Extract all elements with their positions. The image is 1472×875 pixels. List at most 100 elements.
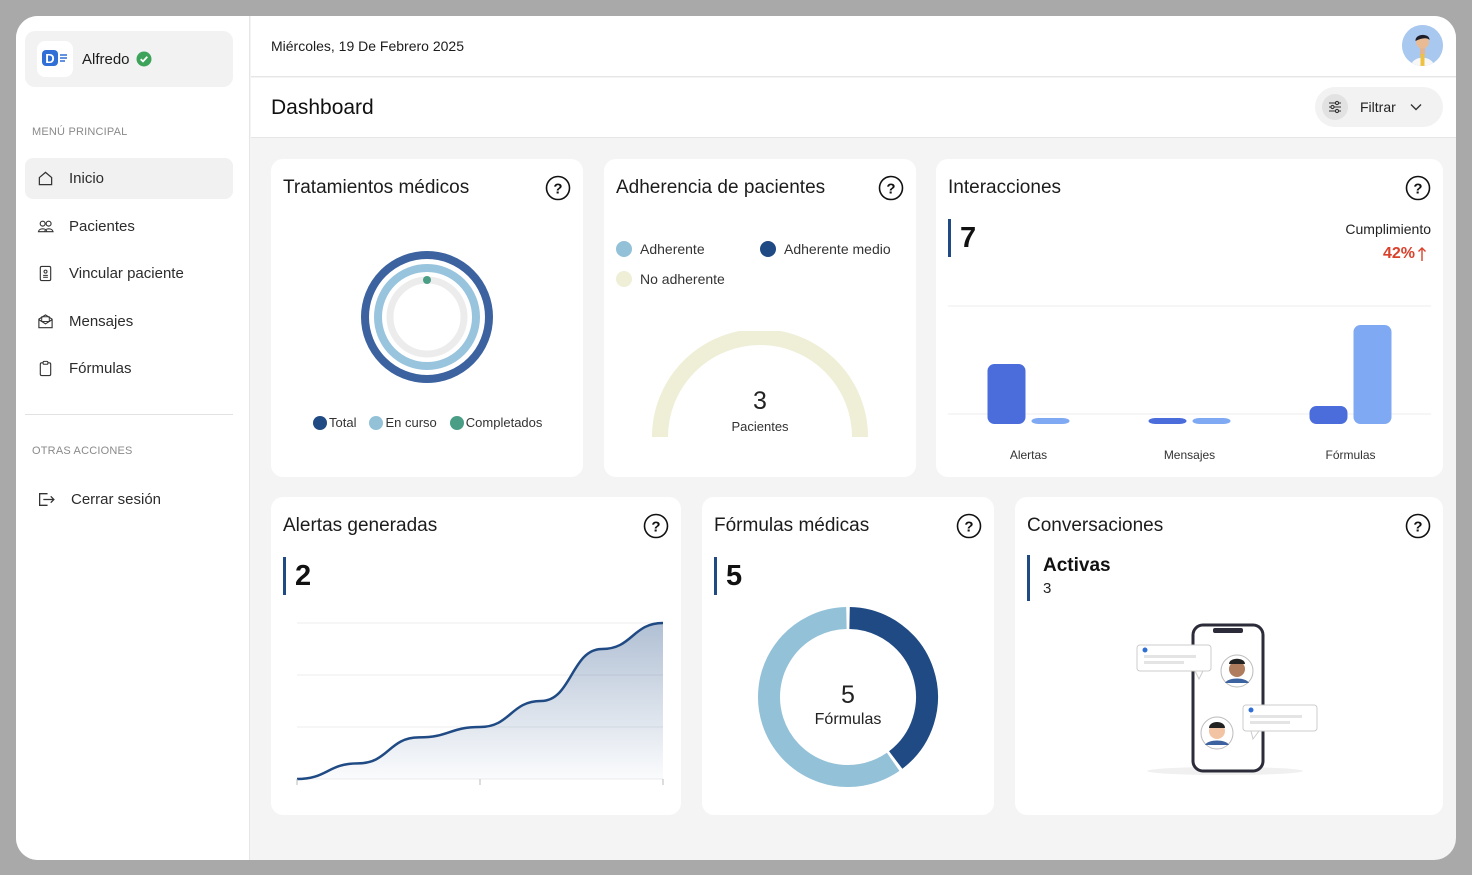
card-title: Alertas generadas [283,515,438,536]
x-tick-label: Fórmulas [1325,448,1375,462]
ring-total [361,251,493,383]
card-tratamientos: Tratamientos médicos ? Total En curso Co… [271,159,583,477]
card-adherencia: Adherencia de pacientes ? Adherente Adhe… [604,159,916,477]
legend-label: Adherente medio [784,241,891,257]
filter-label: Filtrar [1360,99,1396,115]
logout-icon [39,493,55,506]
help-icon[interactable]: ? [1405,175,1431,201]
sidebar-item-vincular-paciente[interactable]: Vincular paciente [25,253,233,294]
chevron-down-icon [1410,104,1422,111]
verified-badge-icon [136,51,152,67]
chat-phone-illustration [1136,623,1318,775]
card-conversaciones: Conversaciones ? Activas 3 [1015,497,1443,815]
treatment-legend: Total En curso Completados [313,415,542,430]
main-menu-label: MENÚ PRINCIPAL [32,126,128,138]
ring-completados-dot [423,276,431,284]
x-tick-label: Mensajes [1164,448,1215,462]
logout-button[interactable]: Cerrar sesión [25,479,233,520]
legend-no-adherente: No adherente [616,271,725,287]
adherence-value-label: Pacientes [731,419,789,434]
formulas-total: 5 [714,557,742,595]
legend-label: No adherente [640,271,725,287]
treatment-rings-chart [361,251,493,383]
sidebar-item-label: Fórmulas [69,360,132,377]
user-avatar[interactable] [1402,25,1443,66]
sidebar-item-mensajes[interactable]: Mensajes [25,301,233,342]
card-title: Conversaciones [1027,515,1164,536]
legend-dot-en-curso [369,415,384,430]
sidebar: D Alfredo MENÚ PRINCIPAL Inicio Paciente… [16,16,250,860]
card-title: Tratamientos médicos [283,177,470,198]
sidebar-divider [25,414,233,415]
help-icon[interactable]: ? [878,175,904,201]
bar [1192,418,1231,424]
legend-label: Adherente [640,241,705,257]
sidebar-item-label: Inicio [69,170,105,187]
current-date: Miércoles, 19 De Febrero 2025 [271,38,464,54]
svg-text:?: ? [553,181,562,198]
sliders-icon [1322,94,1348,120]
svg-text:D: D [45,51,54,66]
bar [1148,418,1187,424]
sidebar-item-formulas[interactable]: Fórmulas [25,348,233,389]
legend-adherente-medio: Adherente medio [760,241,891,257]
title-bar: Dashboard Filtrar [251,78,1456,138]
legend-label: Completados [465,415,543,430]
alerts-line-chart: 1234 [296,621,664,785]
sidebar-item-pacientes[interactable]: Pacientes [25,206,233,247]
legend-dot-total [313,415,327,430]
card-title: Adherencia de pacientes [616,177,826,198]
alerts-area [297,623,663,779]
legend-dot-no-adherente [616,271,632,287]
bar [1353,325,1392,424]
top-bar: Miércoles, 19 De Febrero 2025 [251,16,1456,77]
card-alertas: Alertas generadas ? 2 1234 [271,497,681,815]
sidebar-item-label: Pacientes [69,218,135,235]
user-name: Alfredo [82,50,130,68]
x-tick-label: Alertas [1010,448,1047,462]
bar [987,364,1026,424]
mail-icon [38,314,53,329]
legend-label: Total [329,415,357,430]
formulas-center-value: 5 [841,681,855,709]
card-title: Interacciones [948,177,1062,198]
svg-text:?: ? [964,519,973,536]
svg-text:?: ? [1413,181,1422,198]
logout-label: Cerrar sesión [71,491,162,508]
ring-completados-track [386,276,468,358]
legend-label: En curso [385,415,437,430]
help-icon[interactable]: ? [956,513,982,539]
help-icon[interactable]: ? [643,513,669,539]
sidebar-item-label: Mensajes [69,313,134,330]
legend-adherente: Adherente [616,241,705,257]
sidebar-item-inicio[interactable]: Inicio [25,158,233,199]
active-label: Activas [1043,555,1111,576]
app-window: D Alfredo MENÚ PRINCIPAL Inicio Paciente… [16,16,1456,860]
card-title: Fórmulas médicas [714,515,870,536]
page-title: Dashboard [271,96,374,119]
interactions-bar-chart: Alertas Mensajes Fórmulas [948,305,1431,462]
filter-button[interactable]: Filtrar [1315,87,1443,127]
interactions-total: 7 [948,219,976,257]
svg-text:?: ? [886,181,895,198]
svg-text:?: ? [1413,519,1422,536]
users-icon [37,220,54,233]
compliance-label: Cumplimiento [1345,221,1431,237]
active-conversations: Activas 3 [1027,555,1111,601]
bar [1309,406,1348,424]
sidebar-item-label: Vincular paciente [69,265,184,282]
formulas-center-label: Fórmulas [814,711,882,728]
alerts-total: 2 [283,557,311,595]
adherence-value: 3 [753,387,767,415]
home-icon [38,171,53,186]
help-icon[interactable]: ? [545,175,571,201]
user-card[interactable]: D Alfredo [25,31,233,87]
other-actions-label: OTRAS ACCIONES [32,445,133,457]
card-formulas: Fórmulas médicas ? 5 5 Fórmulas [702,497,994,815]
help-icon[interactable]: ? [1405,513,1431,539]
svg-text:?: ? [651,519,660,536]
legend-dot-adherente-medio [760,241,776,257]
legend-dot-completados [449,415,464,430]
clipboard-icon [39,360,52,377]
legend-dot-adherente [616,241,632,257]
